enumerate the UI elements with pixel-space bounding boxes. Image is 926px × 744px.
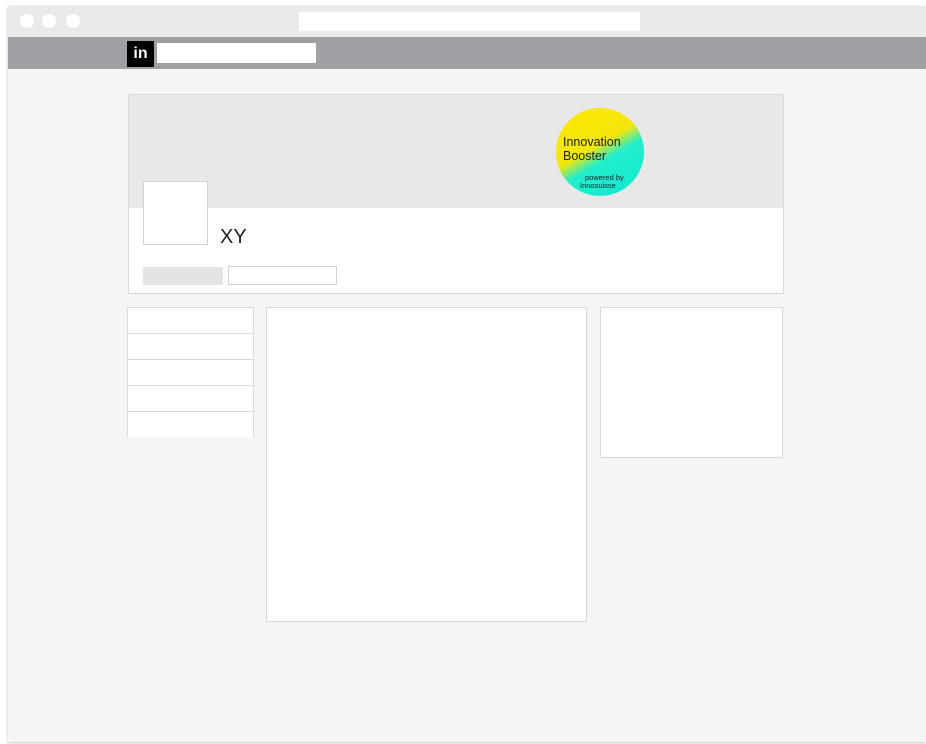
linkedin-navbar: in xyxy=(8,37,926,69)
secondary-action-button[interactable] xyxy=(228,266,337,285)
sidebar-item[interactable] xyxy=(128,334,253,360)
search-input[interactable] xyxy=(157,43,316,63)
badge-line1: Innovation xyxy=(563,135,621,149)
innovation-booster-logo: Innovation Booster powered by Innosuisse xyxy=(556,108,644,196)
badge-line4: Innosuisse xyxy=(580,181,616,190)
minimize-dot[interactable] xyxy=(42,14,56,28)
right-panel xyxy=(600,307,783,458)
primary-action-button[interactable] xyxy=(143,267,223,285)
zoom-dot[interactable] xyxy=(66,14,80,28)
cover-banner: Innovation Booster powered by Innosuisse xyxy=(129,95,783,208)
sidebar-item[interactable] xyxy=(128,360,253,386)
profile-name: XY xyxy=(220,226,247,248)
browser-window: in Innovation Booster powered by Innosui… xyxy=(8,6,926,742)
sidebar-nav xyxy=(127,307,254,438)
browser-titlebar xyxy=(8,6,926,37)
address-bar[interactable] xyxy=(299,12,640,31)
linkedin-logo[interactable]: in xyxy=(127,41,154,67)
badge-line2: Booster xyxy=(563,149,607,163)
sidebar-item[interactable] xyxy=(128,412,253,438)
avatar[interactable] xyxy=(143,181,208,245)
close-dot[interactable] xyxy=(20,14,34,28)
sidebar-item[interactable] xyxy=(128,386,253,412)
sidebar-item[interactable] xyxy=(128,308,253,334)
main-feed xyxy=(266,307,587,622)
profile-card: Innovation Booster powered by Innosuisse… xyxy=(128,94,784,294)
